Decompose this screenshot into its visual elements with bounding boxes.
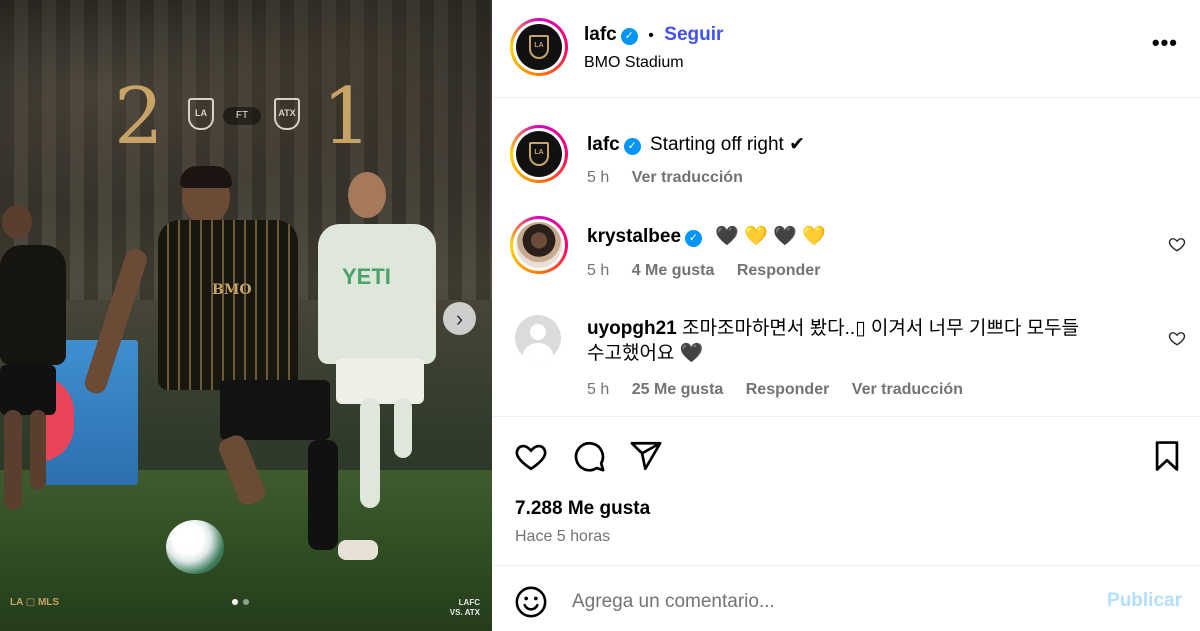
comment-username[interactable]: krystalbee — [587, 226, 681, 247]
comment-time[interactable]: 5 h — [587, 381, 609, 398]
player-left — [0, 205, 80, 535]
matchup-line-1: LAFC — [458, 598, 480, 607]
author-username[interactable]: lafc — [584, 24, 617, 45]
author-avatar[interactable]: LA — [510, 18, 568, 76]
comment-item: krystalbee ✓ 🖤 💛 🖤 💛 5 h 4 Me gusta Respo… — [492, 216, 1200, 296]
player-opponent: YETI — [318, 172, 458, 532]
publish-button[interactable]: Publicar — [1107, 590, 1182, 612]
verified-badge-icon: ✓ — [685, 230, 703, 247]
post-media[interactable]: BMO YETI 2 LA FT ATX 1 › LA ▢ MLS LAFC V… — [0, 0, 492, 631]
header-separator: • — [648, 27, 654, 44]
matchup-label: LAFC VS. ATX — [450, 598, 480, 618]
header-title-row: lafc ✓ • Seguir — [584, 24, 723, 46]
comment-translate-link[interactable]: Ver traducción — [852, 381, 963, 398]
post-actions: 7.288 Me gusta Hace 5 horas — [492, 416, 1200, 566]
comment-time[interactable]: 5 h — [587, 262, 609, 279]
verified-badge-icon: ✓ — [620, 28, 638, 45]
comment-text-row: krystalbee ✓ 🖤 💛 🖤 💛 — [587, 224, 826, 249]
away-score: 1 — [322, 72, 372, 162]
lafc-logo-icon: LA — [529, 142, 549, 166]
caption: LA lafc ✓ Starting off right ✔ 5 h Ver tr… — [492, 125, 1200, 195]
caption-text: Starting off right ✔ — [650, 134, 806, 155]
corner-logos: LA ▢ MLS — [10, 597, 60, 608]
instagram-post: BMO YETI 2 LA FT ATX 1 › LA ▢ MLS LAFC V… — [0, 0, 1200, 631]
follow-button[interactable]: Seguir — [664, 24, 723, 45]
reply-button[interactable]: Responder — [737, 262, 821, 279]
post-side-panel: LA lafc ✓ • Seguir BMO Stadium ••• LA laf… — [492, 0, 1200, 631]
kit-sponsor: BMO — [212, 282, 252, 298]
caption-username[interactable]: lafc — [587, 134, 620, 155]
home-crest-icon: LA — [188, 98, 214, 130]
lafc-logo-icon: LA — [529, 35, 549, 59]
caption-text-row: lafc ✓ Starting off right ✔ — [587, 132, 805, 157]
commenter-avatar[interactable] — [510, 216, 568, 274]
caption-time[interactable]: 5 h — [587, 169, 609, 186]
slide-dot-active — [232, 599, 238, 605]
comment-meta: 5 h 4 Me gusta Responder — [587, 262, 838, 280]
soccer-ball — [166, 520, 224, 574]
comment-text: 🖤 💛 🖤 💛 — [715, 226, 826, 247]
comment-username[interactable]: uyopgh21 — [587, 318, 677, 339]
comment-item: uyopgh21 조마조마하면서 봤다..▯ 이겨서 너무 기쁘다 모두들 수고… — [492, 315, 1200, 415]
matchup-line-2: VS. ATX — [449, 608, 480, 617]
like-heart-icon[interactable] — [514, 439, 548, 473]
share-send-icon[interactable] — [629, 439, 663, 473]
comment-text-line-2: 수고했어요 🖤 — [587, 343, 704, 364]
comment-bubble-icon[interactable] — [572, 439, 606, 473]
post-timestamp[interactable]: Hace 5 horas — [515, 528, 610, 546]
save-bookmark-icon[interactable] — [1150, 439, 1184, 473]
comment-text-block: uyopgh21 조마조마하면서 봤다..▯ 이겨서 너무 기쁘다 모두들 수고… — [587, 316, 1079, 366]
comment-likes[interactable]: 25 Me gusta — [632, 381, 724, 398]
slide-indicator — [232, 599, 249, 605]
chevron-right-icon: › — [455, 306, 464, 331]
like-comment-heart-icon[interactable] — [1168, 235, 1186, 253]
comment-meta: 5 h 25 Me gusta Responder Ver traducción — [587, 381, 981, 399]
comment-likes[interactable]: 4 Me gusta — [632, 262, 715, 279]
post-header: LA lafc ✓ • Seguir BMO Stadium ••• — [492, 0, 1200, 98]
full-time-badge: FT — [223, 107, 261, 125]
caption-meta: 5 h Ver traducción — [587, 169, 761, 187]
next-slide-button[interactable]: › — [443, 302, 476, 335]
emoji-icon[interactable] — [514, 585, 548, 619]
caption-avatar[interactable]: LA — [510, 125, 568, 183]
away-crest-icon: ATX — [274, 98, 300, 130]
opponent-sponsor: YETI — [342, 264, 391, 289]
commenter-avatar[interactable] — [515, 315, 561, 361]
slide-dot — [243, 599, 249, 605]
reply-button[interactable]: Responder — [746, 381, 830, 398]
caption-translate-link[interactable]: Ver traducción — [632, 169, 743, 186]
comment-composer: Publicar — [492, 566, 1200, 631]
like-count[interactable]: 7.288 Me gusta — [515, 498, 650, 520]
comment-input[interactable] — [572, 586, 1092, 618]
comment-text-line-1: 조마조마하면서 봤다..▯ 이겨서 너무 기쁘다 모두들 — [682, 318, 1080, 339]
like-comment-heart-icon[interactable] — [1168, 329, 1186, 347]
verified-badge-icon: ✓ — [623, 138, 641, 155]
more-options-icon[interactable]: ••• — [1152, 30, 1178, 56]
post-location[interactable]: BMO Stadium — [584, 54, 684, 72]
home-score: 2 — [114, 72, 164, 162]
